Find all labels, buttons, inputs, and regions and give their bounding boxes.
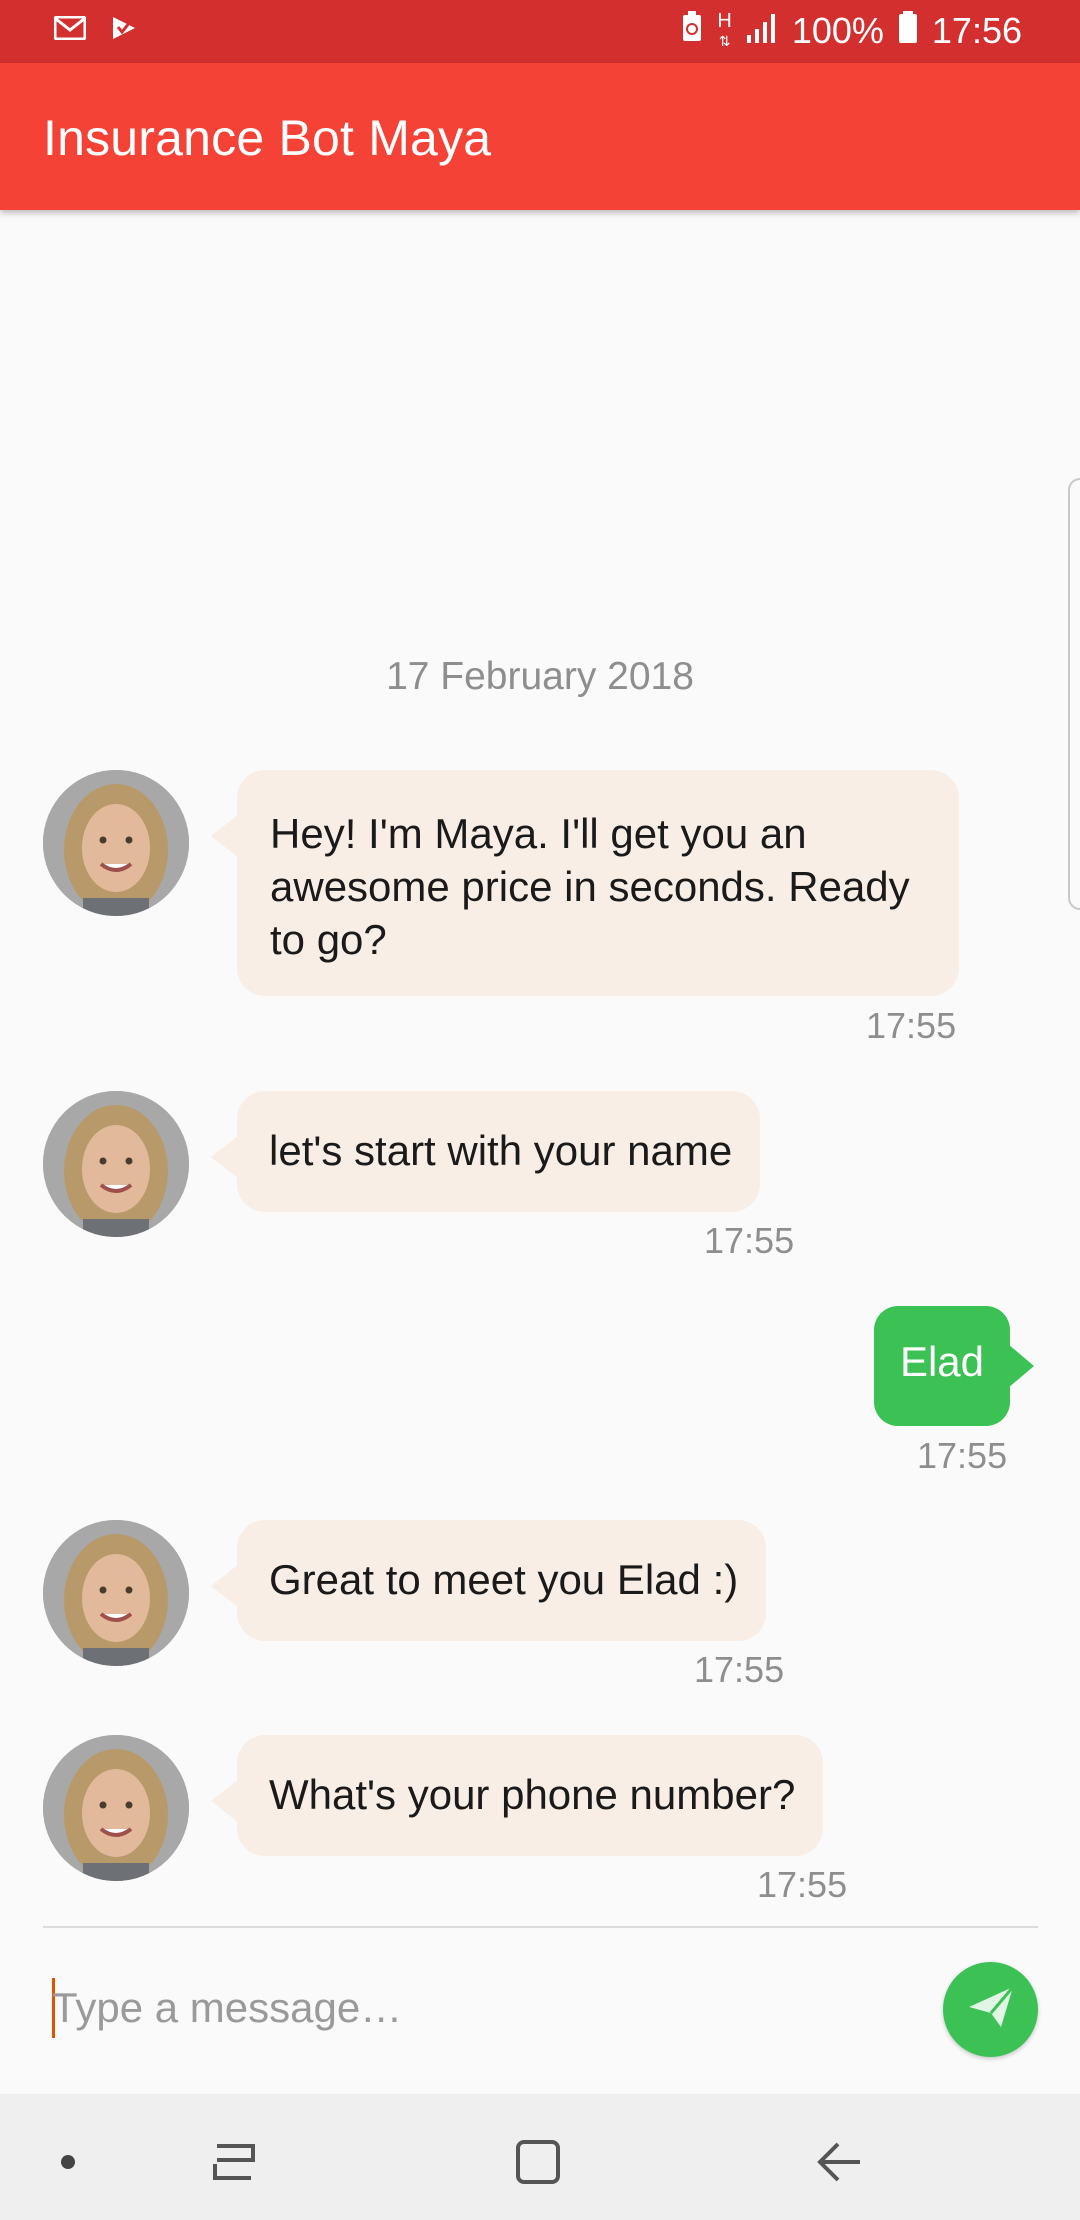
message-text: Hey! I'm Maya. I'll get you an awesome p…	[270, 810, 910, 963]
message-timestamp: 17:55	[917, 1435, 1008, 1476]
chat-screen: H ⇅ 100% 17:56 Insurance Bot Maya 17 Feb…	[0, 0, 1080, 2220]
message-timestamp: 17:55	[757, 1864, 848, 1905]
app-bar: Insurance Bot Maya	[0, 63, 1080, 210]
inbox-icon	[110, 14, 138, 47]
message-timestamp: 17:55	[694, 1649, 785, 1690]
send-icon	[967, 1985, 1015, 2034]
message-input[interactable]	[52, 1975, 902, 2041]
date-separator: 17 February 2018	[386, 655, 694, 698]
page-title: Insurance Bot Maya	[43, 110, 492, 166]
signal-icon	[746, 10, 778, 52]
recents-icon[interactable]	[204, 2132, 264, 2192]
message-text: Great to meet you Elad :)	[269, 1556, 739, 1603]
message-timestamp: 17:55	[704, 1220, 795, 1261]
user-message-bubble[interactable]: Elad	[873, 1306, 1035, 1426]
notification-icons	[53, 14, 138, 47]
message-timestamp: 17:55	[866, 1005, 957, 1046]
clock: 17:56	[931, 10, 1022, 51]
battery-saver-icon	[681, 10, 703, 52]
message-text: Elad	[899, 1338, 984, 1385]
gmail-icon	[53, 15, 87, 45]
bot-avatar[interactable]	[43, 770, 189, 916]
system-status: H ⇅ 100% 17:56	[681, 10, 1022, 52]
bot-message-bubble[interactable]: Hey! I'm Maya. I'll get you an awesome p…	[211, 770, 959, 996]
bot-message-bubble[interactable]: Great to meet you Elad :)	[210, 1520, 767, 1641]
bot-avatar[interactable]	[43, 1520, 189, 1666]
battery-percent: 100%	[791, 10, 884, 51]
battery-icon	[898, 10, 918, 52]
send-button[interactable]	[943, 1962, 1038, 2057]
composer-divider	[43, 1926, 1038, 1928]
bot-message-bubble[interactable]: What's your phone number?	[210, 1735, 824, 1856]
h-network-icon: H ⇅	[717, 10, 732, 49]
bot-avatar[interactable]	[43, 1735, 189, 1881]
dot-icon[interactable]	[38, 2132, 98, 2192]
system-nav-bar	[0, 2094, 1080, 2220]
home-icon[interactable]	[508, 2132, 568, 2192]
bot-message-bubble[interactable]: let's start with your name	[210, 1091, 761, 1212]
back-icon[interactable]	[810, 2132, 870, 2192]
message-text: let's start with your name	[269, 1127, 733, 1174]
bot-avatar[interactable]	[43, 1091, 189, 1237]
message-text: What's your phone number?	[269, 1771, 796, 1818]
status-bar: H ⇅ 100% 17:56	[0, 0, 1080, 63]
network-type-label: H	[717, 10, 732, 32]
